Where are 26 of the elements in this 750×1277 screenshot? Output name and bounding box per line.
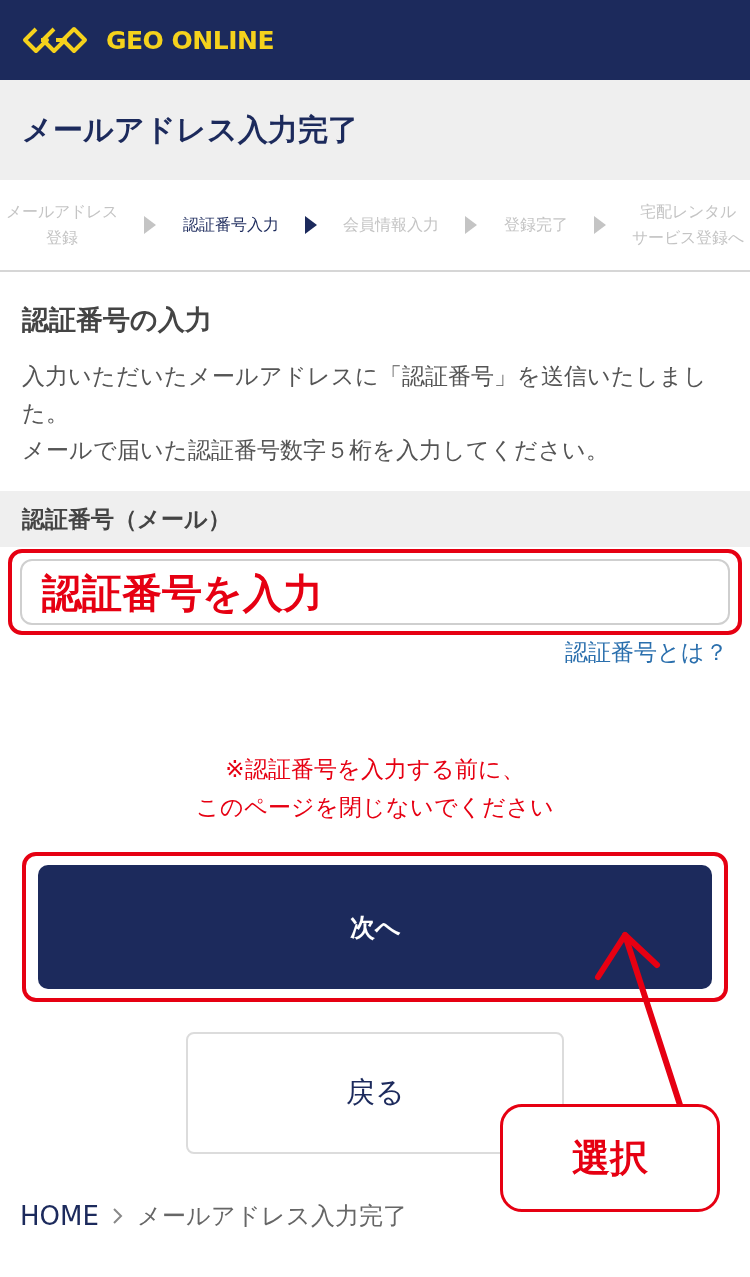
field-label: 認証番号（メール） <box>22 504 231 534</box>
step-arrow-icon <box>304 216 317 234</box>
back-button[interactable]: 戻る <box>186 1032 564 1154</box>
warning-text: ※認証番号を入力する前に、 <box>225 755 525 784</box>
step-arrow-icon <box>465 216 478 234</box>
annotation-label: 認証番号を入力 <box>42 569 323 618</box>
input-field[interactable] <box>20 559 730 625</box>
step-arrow-icon <box>144 216 157 234</box>
callout-label: 選択 <box>500 1104 720 1212</box>
section-title: 認証番号の入力 <box>22 303 213 337</box>
step-label: 認証番号入力 <box>182 215 279 236</box>
warning-text: このページを閉じないでください <box>196 793 554 822</box>
step-label: 登録 <box>46 228 78 249</box>
breadcrumb-current: メールアドレス入力完了 <box>136 1201 407 1232</box>
logo-text: GEO ONLINE <box>106 25 274 55</box>
page-title: メールアドレス入力完了 <box>22 110 358 149</box>
step-label: 宅配レンタル <box>640 202 736 223</box>
step-label: 登録完了 <box>503 215 568 236</box>
help-link[interactable]: 認証番号とは？ <box>565 637 728 668</box>
description-text: メールで届いた認証番号数字５桁を入力してください。 <box>22 436 610 465</box>
breadcrumb-link[interactable]: HOME <box>20 1201 99 1231</box>
step-label: 会員情報入力 <box>343 215 439 236</box>
next-button[interactable]: 次へ <box>38 865 712 989</box>
description-text: 入力いただいたメールアドレスに「認証番号」を送信いたしました。 <box>22 362 708 428</box>
chevron-icon <box>112 1208 123 1224</box>
step-arrow-icon <box>593 216 606 234</box>
